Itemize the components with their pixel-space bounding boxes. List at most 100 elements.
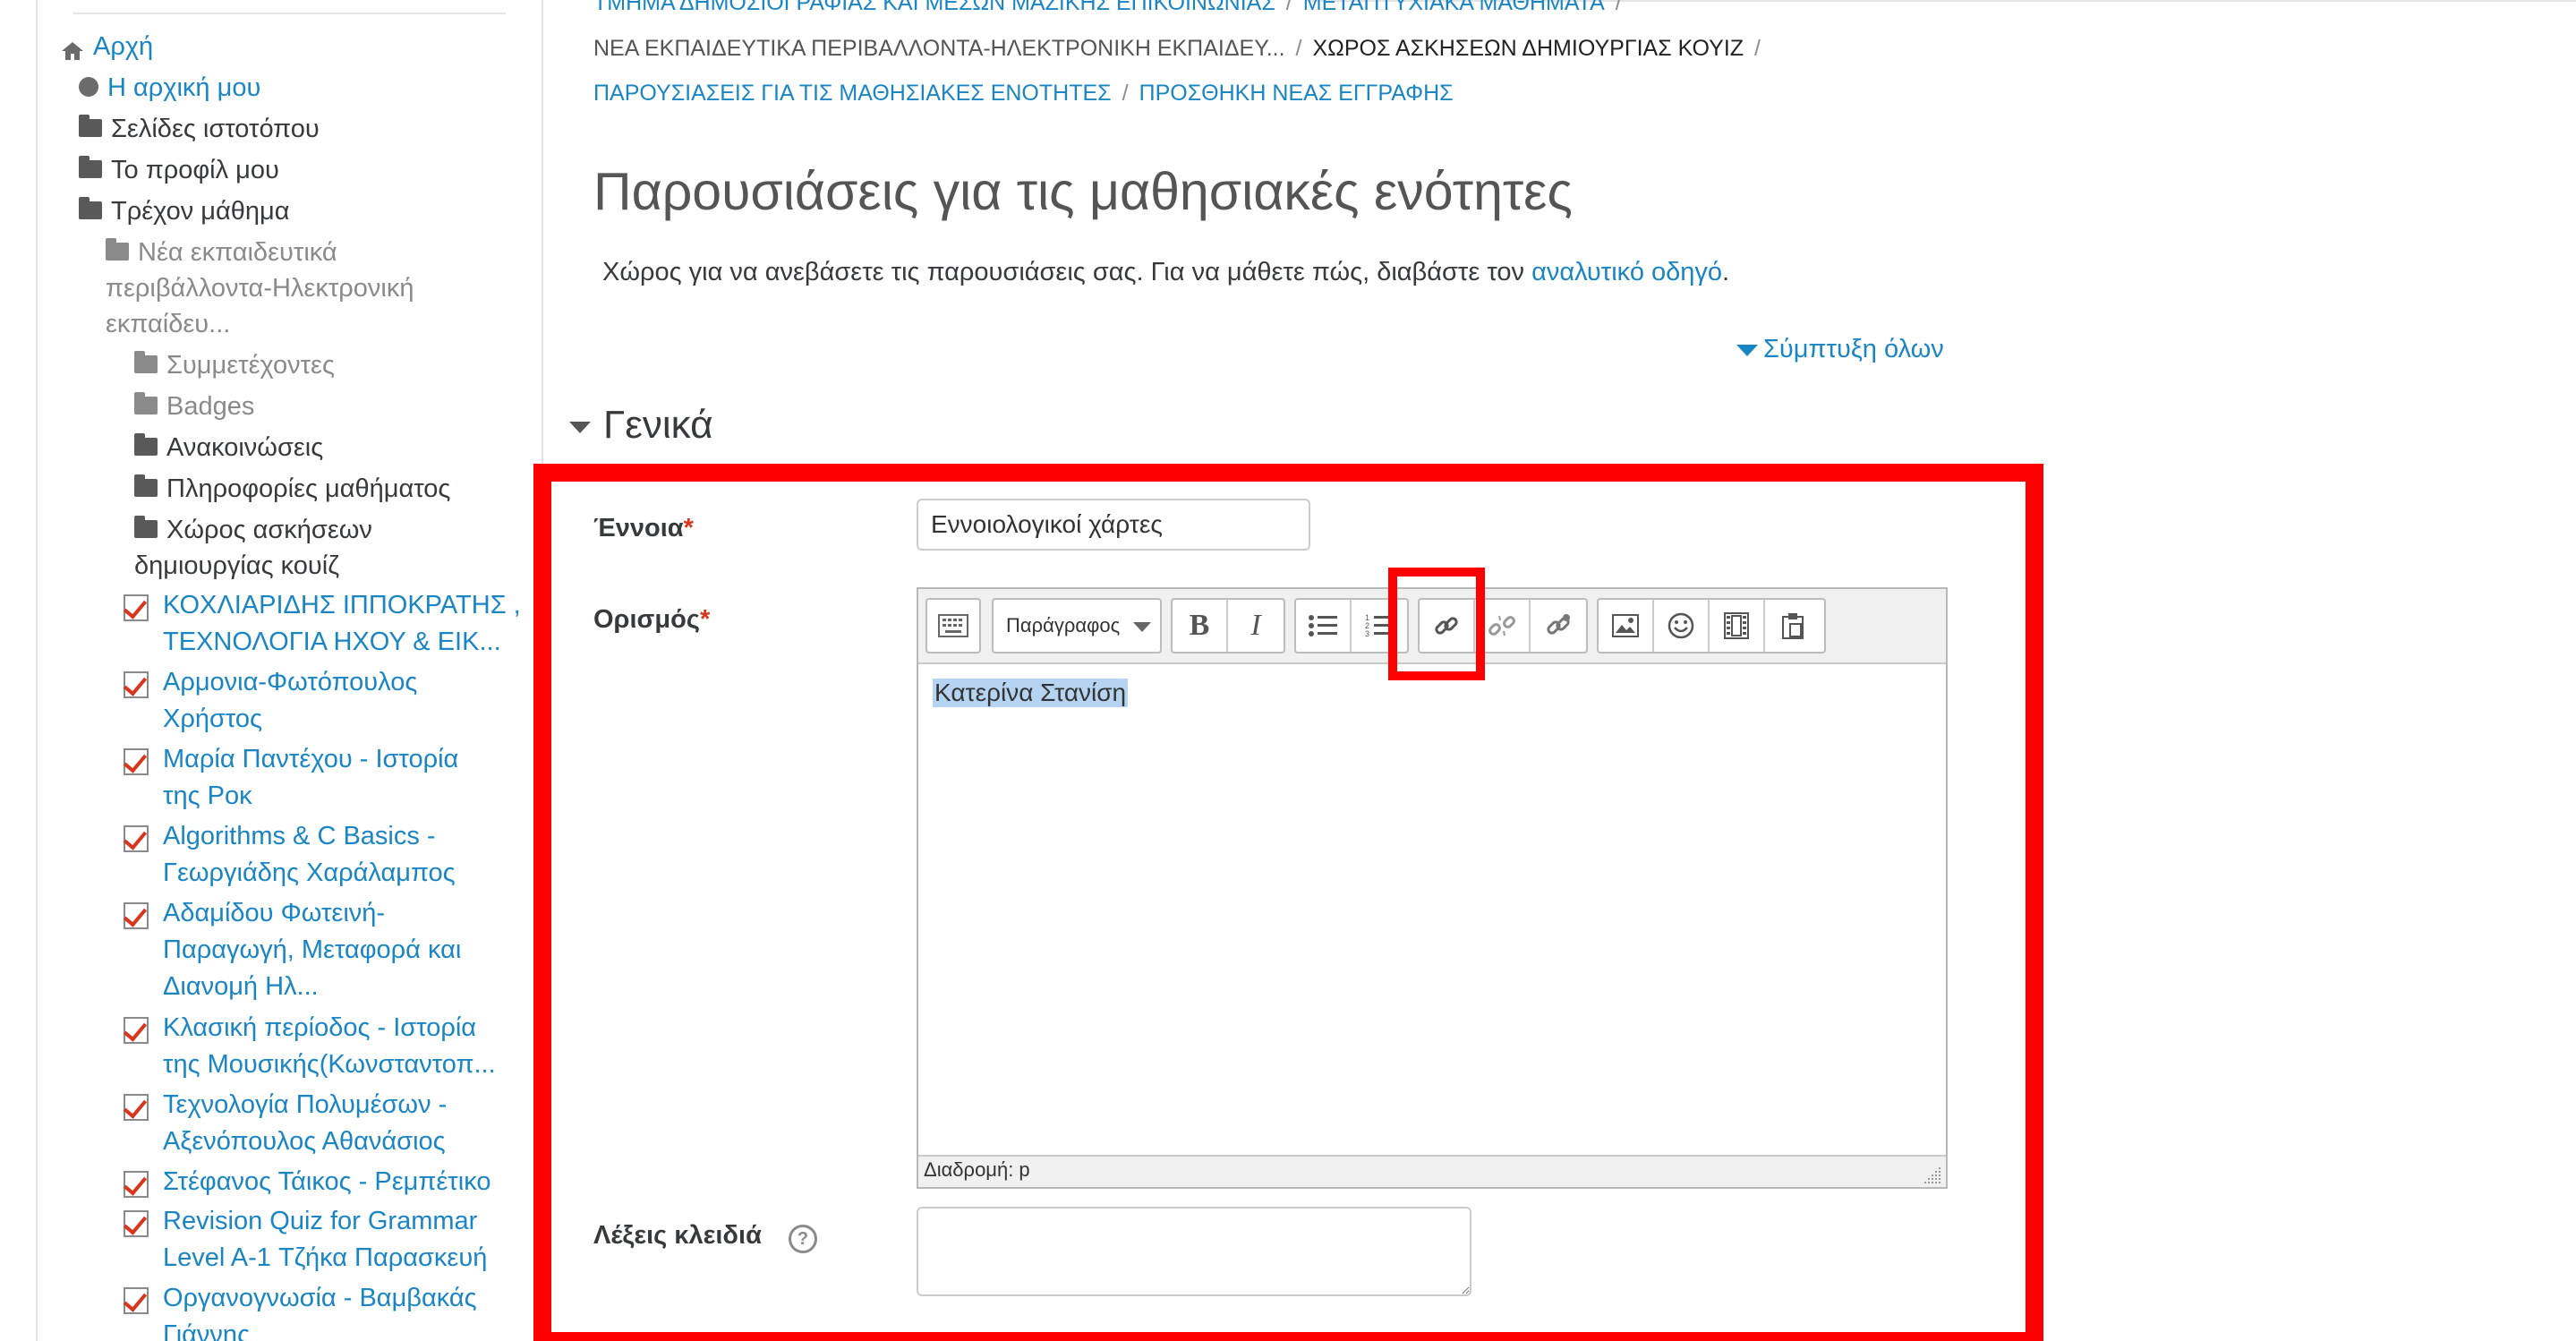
sidebar-divider	[73, 13, 506, 14]
quiz-title-line: Κλασική περίοδος - Ιστορία	[163, 1013, 477, 1042]
quiz-title-line: Level A-1 Τζήκα Παρασκευή	[163, 1243, 488, 1272]
sidebar-item-label: Σελίδες ιστοτόπου	[111, 115, 320, 143]
quiz-icon	[124, 748, 149, 775]
quiz-title-line: της Ροκ	[163, 782, 252, 810]
quiz-title-line: Στέφανος Τάικος - Ρεμπέτικο	[163, 1167, 491, 1196]
quiz-icon	[124, 594, 149, 621]
sidebar-item-label: Τρέχον μάθημα	[111, 197, 290, 226]
quiz-title-line: Τεχνολογία Πολυμέσων -	[163, 1090, 448, 1119]
quiz-title-line: Algorithms & C Basics -	[163, 822, 436, 850]
collapse-all-label: Σύμπτυξη όλων	[1763, 335, 1944, 363]
breadcrumb-row-1: ΤΜΗΜΑ ΔΗΜΟΣΙΟΓΡΑΦΙΑΣ ΚΑΙ ΜΕΣΩΝ ΜΑΖΙΚΗΣ Ε…	[593, 0, 1633, 18]
sidebar-quiz-item[interactable]: Αρμονια-Φωτόπουλος Χρήστος	[124, 664, 418, 738]
quiz-title-line: Revision Quiz for Grammar	[163, 1207, 478, 1235]
sidebar-item-my-profile[interactable]: Το προφίλ μου	[79, 152, 279, 188]
quiz-icon	[124, 1287, 149, 1314]
sidebar-item-label[interactable]: Αρχή	[93, 32, 153, 61]
quiz-title-line: Χρήστος	[163, 705, 263, 733]
sidebar-item-label: Ανακοινώσεις	[166, 433, 324, 462]
quiz-icon	[124, 1094, 149, 1121]
quiz-title-line: Γεωργιάδης Χαράλαμπος	[163, 858, 456, 887]
quiz-title-line: Αρμονια-Φωτόπουλος	[163, 668, 418, 696]
sidebar-item-announcements[interactable]: Ανακοινώσεις	[134, 430, 323, 466]
section-general-header[interactable]: Γενικά	[569, 403, 713, 448]
page-title: Παρουσιάσεις για τις μαθησιακές ενότητες	[593, 162, 1573, 221]
section-title: Γενικά	[603, 403, 713, 447]
quiz-title-line: Μαρία Παντέχου - Ιστορία	[163, 745, 459, 773]
folder-icon	[79, 156, 102, 179]
sidebar-item-participants[interactable]: Συμμετέχοντες	[134, 347, 335, 383]
quiz-icon	[124, 1210, 149, 1237]
sidebar-quiz-item[interactable]: Τεχνολογία Πολυμέσων - Αξενόπουλος Αθανά…	[124, 1087, 448, 1160]
folder-icon	[134, 392, 158, 415]
sidebar-item-label: Χώρος ασκήσεων	[166, 516, 372, 544]
caret-down-icon	[1736, 344, 1758, 356]
folder-icon	[79, 115, 102, 138]
sidebar-quiz-item[interactable]: Στέφανος Τάικος - Ρεμπέτικο	[124, 1164, 491, 1200]
sidebar-item-current-course[interactable]: Τρέχον μάθημα	[79, 193, 289, 229]
sidebar-quiz-item[interactable]: Algorithms & C Basics - Γεωργιάδης Χαράλ…	[124, 818, 456, 892]
quiz-title-line: Αδαμίδου Φωτεινή-	[163, 899, 386, 927]
sidebar-item-label: Badges	[166, 392, 255, 421]
breadcrumb-link[interactable]: ΠΡΟΣΘΗΚΗ ΝΕΑΣ ΕΓΓΡΑΦΗΣ	[1139, 81, 1454, 106]
quiz-title-line: Παραγωγή, Μεταφορά και	[163, 935, 462, 964]
sidebar-quiz-item[interactable]: Revision Quiz for Grammar Level A-1 Τζήκ…	[124, 1203, 488, 1277]
quiz-title-line: ΚΟΧΛΙΑΡΙΔΗΣ ΙΠΠΟΚΡΑΤΗΣ ,	[163, 591, 521, 619]
breadcrumb-link[interactable]: ΤΜΗΜΑ ΔΗΜΟΣΙΟΓΡΑΦΙΑΣ ΚΑΙ ΜΕΣΩΝ ΜΑΖΙΚΗΣ Ε…	[593, 0, 1275, 15]
quiz-icon	[124, 1017, 149, 1044]
breadcrumb-row-2: ΝΕΑ ΕΚΠΑΙΔΕΥΤΙΚΑ ΠΕΡΙΒΑΛΛΟΝΤΑ-ΗΛΕΚΤΡΟΝΙΚ…	[593, 33, 1771, 64]
breadcrumb-link[interactable]: ΠΑΡΟΥΣΙΑΣΕΙΣ ΓΙΑ ΤΙΣ ΜΑΘΗΣΙΑΚΕΣ ΕΝΟΤΗΤΕΣ	[593, 81, 1112, 106]
sidebar-item-home[interactable]: Αρχή	[61, 29, 153, 64]
circle-icon	[79, 77, 98, 98]
highlight-box-form	[533, 464, 2043, 1341]
quiz-title-line: Διανομή Ηλ...	[163, 972, 319, 1001]
sidebar-quiz-item[interactable]: Μαρία Παντέχου - Ιστορία της Ροκ	[124, 741, 459, 815]
quiz-icon	[124, 1171, 149, 1198]
breadcrumb-link[interactable]: ΧΩΡΟΣ ΑΣΚΗΣΕΩΝ ΔΗΜΙΟΥΡΓΙΑΣ ΚΟΥΙΖ	[1313, 36, 1744, 61]
intro-text-end: .	[1722, 258, 1730, 286]
quiz-icon	[124, 825, 149, 852]
breadcrumb-separator: /	[1754, 36, 1761, 61]
breadcrumb-separator: /	[1122, 81, 1129, 106]
sidebar-item-site-pages[interactable]: Σελίδες ιστοτόπου	[79, 111, 320, 147]
sidebar-item-badges[interactable]: Badges	[134, 389, 254, 424]
breadcrumb-separator: /	[1615, 0, 1622, 15]
sidebar-item-label: Πληροφορίες μαθήματος	[166, 474, 451, 503]
folder-icon	[134, 474, 158, 498]
collapse-all-link[interactable]: Σύμπτυξη όλων	[1736, 335, 1944, 364]
home-icon	[61, 35, 84, 61]
guide-link[interactable]: αναλυτικό οδηγό	[1531, 258, 1722, 286]
course-name-line1: Νέα εκπαιδευτικά	[138, 238, 337, 267]
quiz-title-line: Αξενόπουλος Αθανάσιος	[163, 1127, 446, 1156]
quiz-space-line2: δημιουργίας κουίζ	[134, 551, 340, 580]
sidebar-item-label[interactable]: Η αρχική μου	[107, 73, 260, 102]
course-name-line2: περιβάλλοντα-Ηλεκτρονική	[106, 274, 414, 303]
folder-icon	[106, 238, 129, 261]
quiz-title-line: της Μουσικής(Κωνσταντοπ...	[163, 1050, 496, 1079]
sidebar-item-course-info[interactable]: Πληροφορίες μαθήματος	[134, 471, 450, 507]
folder-icon	[134, 433, 158, 457]
highlight-box-link-button	[1388, 568, 1485, 680]
sidebar-quiz-item[interactable]: ΚΟΧΛΙΑΡΙΔΗΣ ΙΠΠΟΚΡΑΤΗΣ , ΤΕΧΝΟΛΟΓΙΑ ΗΧΟΥ…	[124, 587, 521, 661]
sidebar-navigation: Αρχή Η αρχική μου Σελίδες ιστοτόπου Το π…	[36, 0, 543, 1341]
sidebar-quiz-item[interactable]: Οργανογνωσία - Βαμβακάς Γιάννης	[124, 1280, 477, 1341]
intro-text-body: Χώρος για να ανεβάσετε τις παρουσιάσεις …	[602, 258, 1532, 286]
folder-icon	[134, 351, 158, 374]
quiz-title-line: Γιάννης	[163, 1320, 251, 1341]
quiz-title-line: ΤΕΧΝΟΛΟΓΙΑ ΗΧΟΥ & ΕΙΚ...	[163, 628, 501, 656]
breadcrumb-link[interactable]: ΝΕΑ ΕΚΠΑΙΔΕΥΤΙΚΑ ΠΕΡΙΒΑΛΛΟΝΤΑ-ΗΛΕΚΤΡΟΝΙΚ…	[593, 36, 1285, 61]
sidebar-item-my-home[interactable]: Η αρχική μου	[79, 70, 260, 106]
sidebar-item-label: Το προφίλ μου	[111, 156, 279, 184]
breadcrumb-link[interactable]: ΜΕΤΑΠΤΥΧΙΑΚΑ ΜΑΘΗΜΑΤΑ	[1303, 0, 1605, 15]
sidebar-item-quiz-space[interactable]: Χώρος ασκήσεων	[134, 512, 372, 548]
sidebar-item-course[interactable]: Νέα εκπαιδευτικά	[106, 235, 337, 270]
sidebar-quiz-item[interactable]: Αδαμίδου Φωτεινή- Παραγωγή, Μεταφορά και…	[124, 895, 462, 1005]
breadcrumb-row-3: ΠΑΡΟΥΣΙΑΣΕΙΣ ΓΙΑ ΤΙΣ ΜΑΘΗΣΙΑΚΕΣ ΕΝΟΤΗΤΕΣ…	[593, 78, 1454, 108]
sidebar-item-label: Συμμετέχοντες	[166, 351, 335, 380]
breadcrumb-separator: /	[1295, 36, 1302, 61]
caret-down-icon	[569, 421, 591, 433]
sidebar-quiz-item[interactable]: Κλασική περίοδος - Ιστορία της Μουσικής(…	[124, 1010, 496, 1083]
breadcrumb-separator: /	[1285, 0, 1292, 15]
quiz-icon	[124, 902, 149, 929]
quiz-icon	[124, 671, 149, 698]
